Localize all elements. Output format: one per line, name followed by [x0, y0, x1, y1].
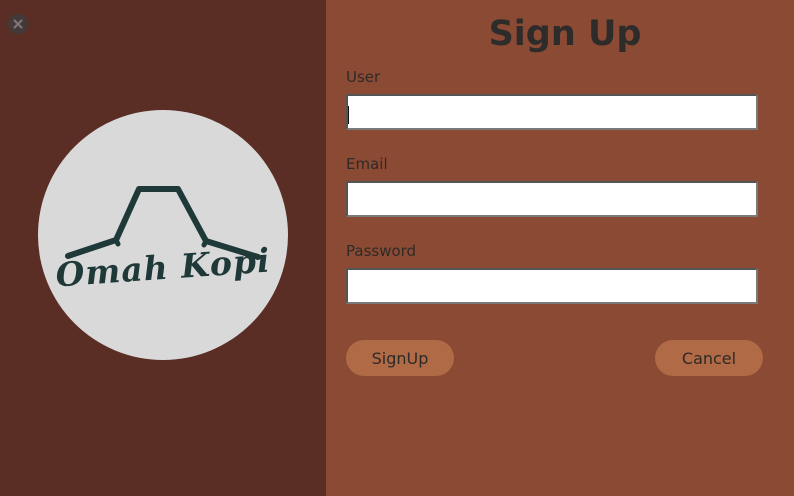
password-label: Password [346, 242, 417, 260]
form-panel: Sign Up User Email Password SignUp Cance… [326, 0, 794, 496]
password-input[interactable] [346, 268, 758, 304]
page-title: Sign Up [488, 14, 642, 54]
email-label: Email [346, 155, 388, 173]
close-button[interactable] [8, 14, 28, 34]
brand-panel: Omah Kopi [0, 0, 326, 496]
close-x-icon [9, 15, 27, 33]
signup-window: Omah Kopi Sign Up User Email Password Si… [0, 0, 794, 496]
roof-icon [65, 186, 261, 260]
signup-button[interactable]: SignUp [346, 340, 454, 376]
logo: Omah Kopi [38, 110, 288, 360]
user-input[interactable] [346, 94, 758, 130]
user-label: User [346, 68, 381, 86]
cancel-button[interactable]: Cancel [655, 340, 763, 376]
email-input[interactable] [346, 181, 758, 217]
text-caret [348, 106, 349, 124]
